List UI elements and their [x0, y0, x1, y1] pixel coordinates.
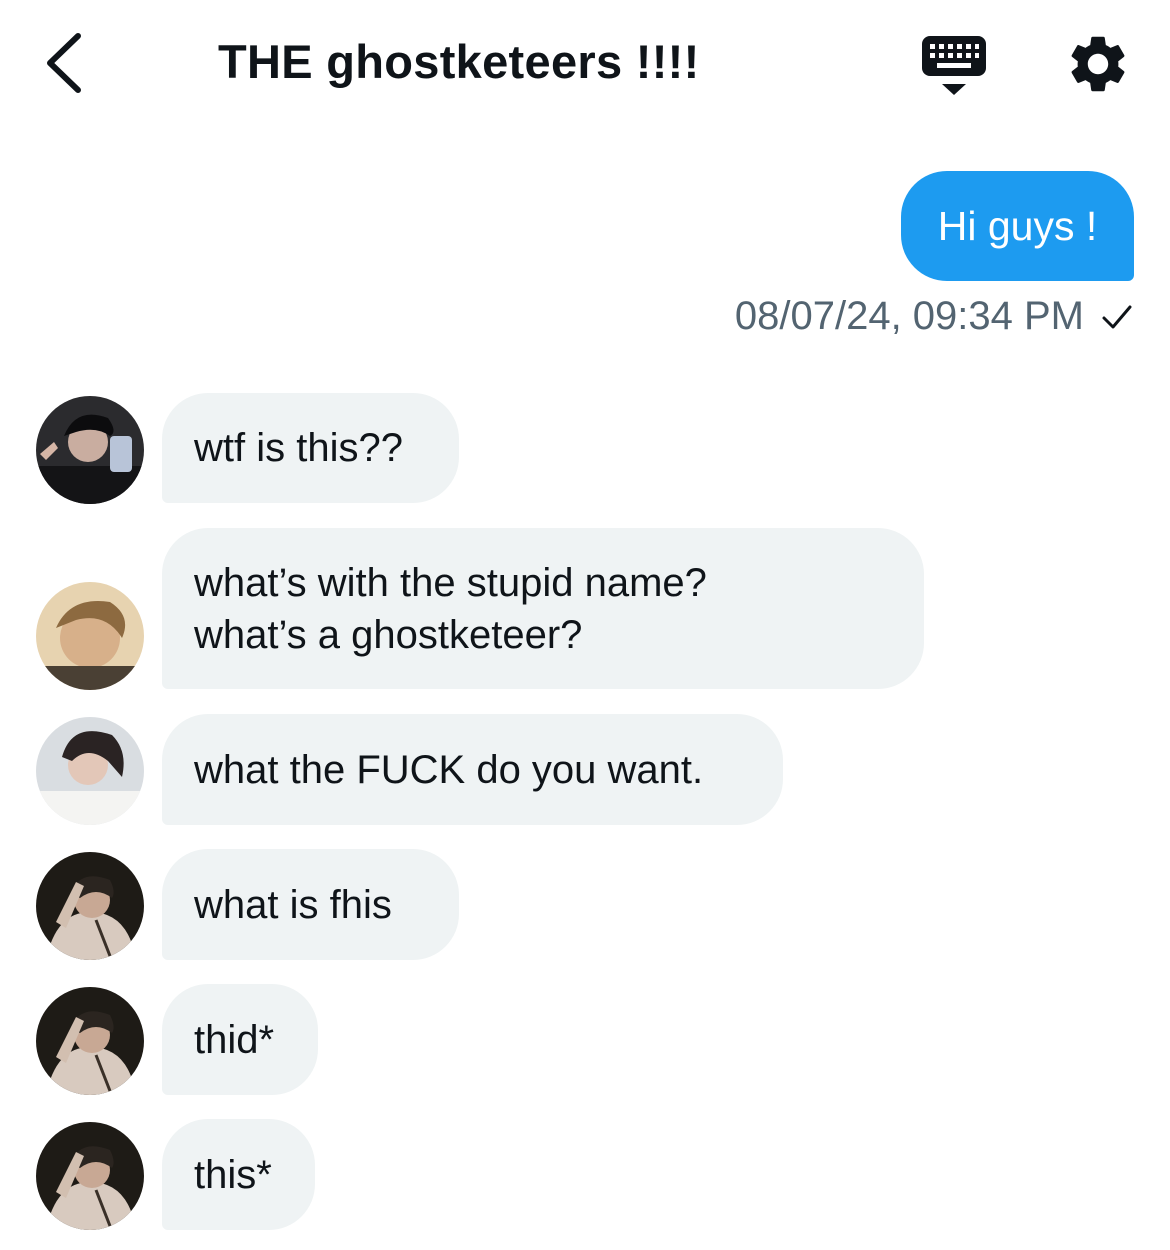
outgoing-message-bubble[interactable]: Hi guys ! — [901, 171, 1134, 281]
message-timestamp: 08/07/24, 09:34 PM — [735, 294, 1134, 339]
conversation-title[interactable]: THE ghostketeers !!!! — [218, 34, 700, 89]
avatar[interactable] — [36, 396, 144, 504]
settings-button[interactable] — [1064, 30, 1132, 98]
outgoing-message-text: Hi guys ! — [937, 202, 1098, 249]
avatar[interactable] — [36, 852, 144, 960]
incoming-message-bubble[interactable]: this* — [162, 1119, 315, 1230]
incoming-message-bubble[interactable]: what the FUCK do you want. — [162, 714, 783, 825]
gear-icon — [1071, 36, 1125, 92]
message-text: what is fhis — [194, 882, 392, 927]
avatar[interactable] — [36, 582, 144, 690]
chat-header: THE ghostketeers !!!! — [0, 0, 1170, 130]
keyboard-icon — [922, 36, 986, 95]
back-button[interactable] — [38, 30, 98, 96]
avatar[interactable] — [36, 987, 144, 1095]
message-text: this* — [194, 1152, 272, 1197]
chevron-left-icon — [47, 33, 81, 93]
keyboard-button[interactable] — [918, 32, 990, 100]
avatar[interactable] — [36, 717, 144, 825]
timestamp-text: 08/07/24, 09:34 PM — [734, 294, 1084, 338]
incoming-message-bubble[interactable]: wtf is this?? — [162, 393, 459, 503]
checkmark-icon — [1102, 305, 1132, 328]
incoming-message-bubble[interactable]: what’s with the stupid name? what’s a gh… — [162, 528, 924, 689]
incoming-message-bubble[interactable]: thid* — [162, 984, 318, 1095]
avatar[interactable] — [36, 1122, 144, 1230]
message-text: thid* — [194, 1017, 275, 1062]
message-text: what’s with the stupid name? what’s a gh… — [194, 560, 707, 657]
message-text: wtf is this?? — [194, 426, 403, 470]
incoming-message-bubble[interactable]: what is fhis — [162, 849, 459, 960]
message-text: what the FUCK do you want. — [194, 747, 704, 792]
